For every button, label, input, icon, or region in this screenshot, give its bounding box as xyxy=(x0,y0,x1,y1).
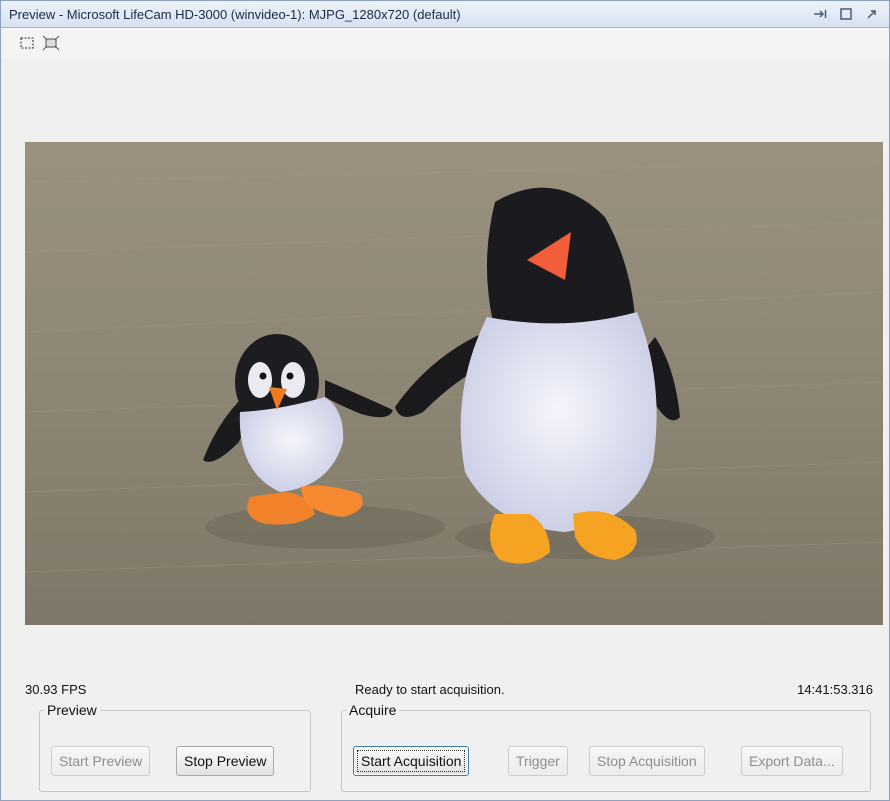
stop-acquisition-button[interactable]: Stop Acquisition xyxy=(589,746,705,776)
acquire-group-label: Acquire xyxy=(349,702,397,718)
export-data-button[interactable]: Export Data... xyxy=(741,746,843,776)
window-controls xyxy=(809,4,883,24)
dock-icon[interactable] xyxy=(809,4,831,24)
stop-preview-button[interactable]: Stop Preview xyxy=(176,746,275,776)
start-acquisition-button[interactable]: Start Acquisition xyxy=(353,746,470,776)
undock-icon[interactable] xyxy=(861,4,883,24)
status-message: Ready to start acquisition. xyxy=(355,682,505,697)
start-preview-button[interactable]: Start Preview xyxy=(51,746,151,776)
preview-area xyxy=(1,58,889,670)
title-bar: Preview - Microsoft LifeCam HD-3000 (win… xyxy=(1,1,889,28)
trigger-button[interactable]: Trigger xyxy=(508,746,568,776)
camera-preview-image xyxy=(25,142,883,625)
preview-group-label: Preview xyxy=(47,702,97,718)
timestamp-readout: 14:41:53.316 xyxy=(797,682,873,697)
fit-to-window-icon[interactable] xyxy=(41,33,61,53)
window-title: Preview - Microsoft LifeCam HD-3000 (win… xyxy=(9,7,461,22)
maximize-icon[interactable] xyxy=(835,4,857,24)
toolbar xyxy=(1,28,889,58)
roi-select-icon[interactable] xyxy=(17,33,37,53)
preview-window: Preview - Microsoft LifeCam HD-3000 (win… xyxy=(0,0,890,801)
status-bar: 30.93 FPS Ready to start acquisition. 14… xyxy=(1,678,889,702)
fps-readout: 30.93 FPS xyxy=(25,682,87,697)
